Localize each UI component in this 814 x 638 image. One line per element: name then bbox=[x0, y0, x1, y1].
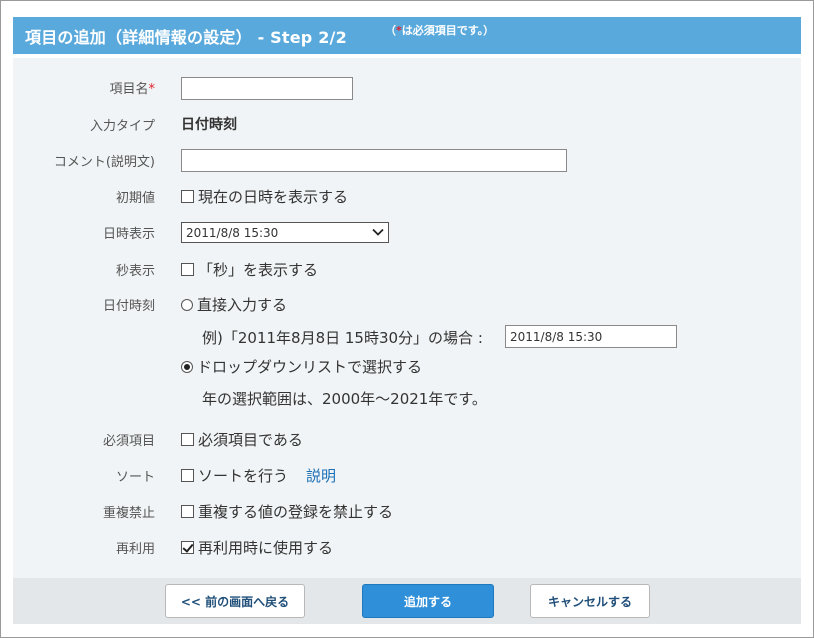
seconds-display-checkbox[interactable] bbox=[181, 263, 194, 276]
sort-label: ソート bbox=[115, 470, 155, 485]
sort-checkbox[interactable] bbox=[181, 469, 194, 482]
required-option[interactable]: 必須項目である bbox=[181, 429, 303, 450]
example-datetime-input[interactable]: 2011/8/8 15:30 bbox=[505, 325, 677, 348]
required-note: （*は必須項目です。） bbox=[384, 23, 495, 37]
initial-value-checkbox[interactable] bbox=[181, 190, 194, 203]
reuse-label: 再利用 bbox=[115, 542, 155, 557]
initial-value-option[interactable]: 現在の日時を表示する bbox=[181, 186, 348, 207]
datetime-input-label: 日付時刻 bbox=[102, 299, 155, 314]
initial-value-label: 初期値 bbox=[115, 191, 155, 206]
datetime-display-label: 日時表示 bbox=[102, 227, 155, 242]
required-star: * bbox=[148, 82, 156, 97]
no-duplicate-label: 重複禁止 bbox=[102, 506, 155, 521]
direct-input-radio[interactable] bbox=[181, 298, 193, 311]
direct-input-option[interactable]: 直接入力する bbox=[181, 294, 287, 315]
comment-input[interactable] bbox=[181, 149, 567, 172]
reuse-checkbox[interactable] bbox=[181, 541, 194, 554]
chevron-down-icon bbox=[372, 228, 384, 236]
year-range-text: 年の選択範囲は、2000年～2021年です。 bbox=[202, 390, 487, 408]
no-duplicate-option[interactable]: 重複する値の登録を禁止する bbox=[181, 501, 393, 522]
header-bar: 項目の追加（詳細情報の設定） - Step 2/2 （*は必須項目です。） bbox=[13, 17, 801, 54]
dropdown-radio[interactable] bbox=[181, 360, 193, 373]
sort-option[interactable]: ソートを行う 説明 bbox=[181, 465, 336, 486]
back-button[interactable]: << 前の画面へ戻る bbox=[165, 584, 305, 618]
seconds-display-label: 秒表示 bbox=[115, 264, 155, 279]
add-button[interactable]: 追加する bbox=[362, 584, 494, 618]
dialog-frame: 項目の追加（詳細情報の設定） - Step 2/2 （*は必須項目です。） 項目… bbox=[0, 0, 814, 638]
cancel-button[interactable]: キャンセルする bbox=[530, 584, 650, 618]
reuse-option[interactable]: 再利用時に使用する bbox=[181, 537, 333, 558]
example-text: 例)「2011年8月8日 15時30分」の場合 : bbox=[202, 329, 483, 347]
button-bar: << 前の画面へ戻る 追加する キャンセルする bbox=[13, 578, 801, 624]
page-title: 項目の追加（詳細情報の設定） - Step 2/2 bbox=[25, 27, 347, 47]
sort-help-link[interactable]: 説明 bbox=[306, 465, 336, 486]
input-type-label: 入力タイプ bbox=[89, 119, 155, 134]
item-name-label: 項目名* bbox=[109, 82, 156, 97]
input-type-value: 日付時刻 bbox=[181, 117, 237, 133]
datetime-display-select[interactable]: 2011/8/8 15:30 bbox=[181, 222, 389, 243]
dropdown-option[interactable]: ドロップダウンリストで選択する bbox=[181, 356, 422, 377]
item-name-input[interactable] bbox=[181, 77, 353, 100]
required-label: 必須項目 bbox=[102, 434, 155, 449]
seconds-display-option[interactable]: 「秒」を表示する bbox=[181, 259, 318, 280]
required-checkbox[interactable] bbox=[181, 433, 194, 446]
no-duplicate-checkbox[interactable] bbox=[181, 505, 194, 518]
form-body: 項目名* 入力タイプ 日付時刻 コメント(説明文) 初期値 現在の日時を表示する… bbox=[13, 58, 801, 578]
comment-label: コメント(説明文) bbox=[53, 155, 155, 170]
